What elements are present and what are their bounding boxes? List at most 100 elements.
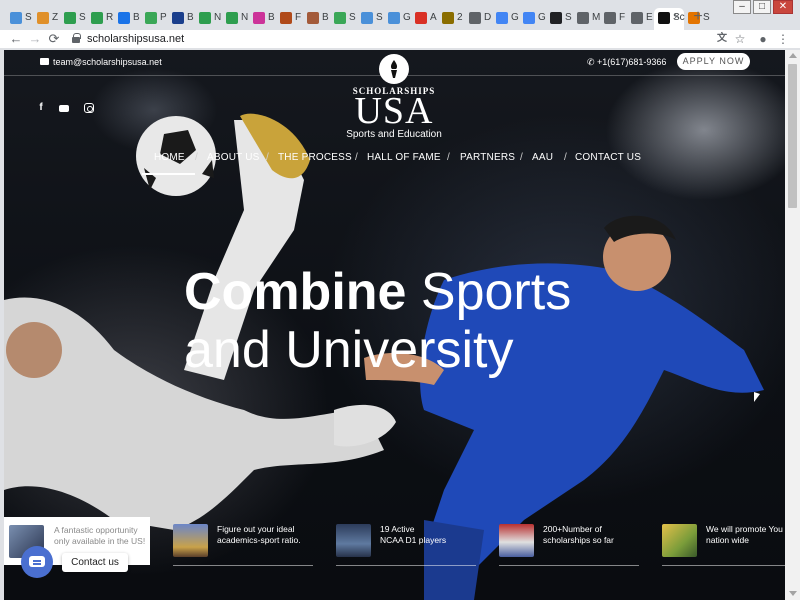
browser-tab[interactable]: Z bbox=[33, 8, 60, 30]
site-logo[interactable]: SCHOLARSHIPS USA Sports and Education bbox=[344, 54, 444, 144]
browser-tab[interactable]: F bbox=[600, 8, 627, 30]
nav-the-process[interactable]: THE PROCESS bbox=[278, 152, 352, 163]
browser-tab[interactable]: A bbox=[411, 8, 438, 30]
phone-icon: ✆ bbox=[587, 57, 598, 67]
tab-favicon-icon bbox=[37, 12, 49, 24]
feature-thumb bbox=[173, 524, 208, 557]
page-viewport: team@scholarshipsusa.net ✆ +1(617)681-93… bbox=[4, 50, 785, 600]
browser-tab[interactable]: G bbox=[384, 8, 411, 30]
forward-button[interactable]: → bbox=[27, 30, 43, 48]
menu-kebab-icon[interactable]: ⋮ bbox=[775, 30, 791, 48]
hero-headline: Combine Sports and University bbox=[184, 263, 571, 379]
left-player-shoe bbox=[334, 404, 396, 447]
instagram-icon[interactable] bbox=[83, 102, 95, 114]
email-text: team@scholarshipsusa.net bbox=[53, 57, 162, 67]
tab-favicon-icon bbox=[253, 12, 265, 24]
browser-tab[interactable]: S bbox=[357, 8, 384, 30]
scroll-down-arrow[interactable] bbox=[789, 591, 797, 596]
browser-tab-active[interactable]: Sc × bbox=[654, 8, 685, 30]
tab-favicon-icon bbox=[172, 12, 184, 24]
tab-favicon-icon bbox=[631, 12, 643, 24]
nav-home[interactable]: HOME bbox=[154, 152, 185, 163]
browser-tab[interactable]: S bbox=[6, 8, 33, 30]
tab-strip: S Z S R B P B N N B F B S S G A 2 D G G S M F E Sc × S + – □ ✕ bbox=[0, 0, 800, 30]
browser-tab[interactable]: F bbox=[276, 8, 303, 30]
logo-tagline: Sports and Education bbox=[346, 129, 442, 140]
phone-text: +1(617)681-9366 bbox=[597, 57, 667, 67]
tab-favicon-icon bbox=[550, 12, 562, 24]
nav-separator: / bbox=[195, 152, 198, 163]
nav-hall-of-fame[interactable]: HALL OF FAME bbox=[367, 152, 441, 163]
contact-us-chat-label[interactable]: Contact us bbox=[62, 553, 128, 572]
feature-item-scholarships[interactable]: 200+Number of scholarships so far bbox=[499, 522, 639, 566]
page-scrollbar[interactable] bbox=[785, 50, 800, 600]
apply-now-button[interactable]: APPLY NOW bbox=[677, 53, 750, 70]
nav-active-underline bbox=[142, 173, 195, 175]
tab-favicon-icon bbox=[415, 12, 427, 24]
feature-divider bbox=[499, 565, 639, 566]
nav-aau[interactable]: AAU bbox=[532, 152, 553, 163]
tab-favicon-icon bbox=[307, 12, 319, 24]
browser-tab[interactable]: S bbox=[60, 8, 87, 30]
close-window-button[interactable]: ✕ bbox=[773, 0, 793, 14]
scroll-thumb[interactable] bbox=[788, 64, 797, 208]
browser-tab[interactable]: R bbox=[87, 8, 114, 30]
browser-tab[interactable]: S bbox=[330, 8, 357, 30]
tab-favicon-icon bbox=[64, 12, 76, 24]
tab-favicon-icon bbox=[91, 12, 103, 24]
feature-divider bbox=[173, 565, 313, 566]
maximize-button[interactable]: □ bbox=[753, 0, 771, 14]
feature-text: A fantastic opportunity only available in… bbox=[54, 525, 146, 546]
nav-about-us[interactable]: ABOUT US bbox=[207, 152, 260, 163]
browser-tab[interactable]: P bbox=[141, 8, 168, 30]
browser-tab[interactable]: S bbox=[546, 8, 573, 30]
chat-bubble-icon[interactable] bbox=[21, 546, 53, 578]
nav-partners[interactable]: PARTNERS bbox=[460, 152, 515, 163]
feature-item-promote[interactable]: We will promote You nation wide bbox=[662, 522, 785, 566]
tab-favicon-icon bbox=[388, 12, 400, 24]
browser-tab[interactable]: N bbox=[195, 8, 222, 30]
tab-favicon-icon bbox=[199, 12, 211, 24]
browser-tab[interactable]: G bbox=[492, 8, 519, 30]
tab-favicon-icon bbox=[361, 12, 373, 24]
feature-text: 19 Active NCAA D1 players bbox=[380, 524, 447, 545]
tab-favicon-icon bbox=[10, 12, 22, 24]
feature-thumb bbox=[499, 524, 534, 557]
browser-tab[interactable]: D bbox=[465, 8, 492, 30]
facebook-icon[interactable]: f bbox=[35, 102, 47, 114]
youtube-icon[interactable] bbox=[58, 102, 70, 114]
mouse-cursor bbox=[754, 392, 760, 402]
tab-favicon-icon bbox=[280, 12, 292, 24]
feature-text: Figure out your ideal academics-sport rat… bbox=[217, 524, 301, 545]
browser-tab[interactable]: 2 bbox=[438, 8, 465, 30]
browser-tab[interactable]: M bbox=[573, 8, 600, 30]
browser-tab[interactable]: N bbox=[222, 8, 249, 30]
feature-thumb bbox=[662, 524, 697, 557]
tab-favicon-icon bbox=[145, 12, 157, 24]
reload-button[interactable]: ⟳ bbox=[46, 30, 62, 48]
tab-favicon-icon bbox=[604, 12, 616, 24]
browser-tab[interactable]: B bbox=[114, 8, 141, 30]
address-bar: ← → ⟳ scholarshipsusa.net 文 ☆ ● ⋮ bbox=[0, 30, 800, 48]
back-button[interactable]: ← bbox=[8, 30, 24, 48]
close-tab-icon[interactable]: × bbox=[674, 11, 680, 23]
translate-icon[interactable]: 文 bbox=[714, 30, 730, 48]
browser-tab[interactable]: B bbox=[168, 8, 195, 30]
scroll-up-arrow[interactable] bbox=[789, 53, 797, 58]
url-field[interactable]: scholarshipsusa.net bbox=[64, 31, 704, 47]
url-text: scholarshipsusa.net bbox=[87, 33, 185, 45]
browser-tab[interactable]: E bbox=[627, 8, 654, 30]
nav-contact-us[interactable]: CONTACT US bbox=[575, 152, 641, 163]
bookmark-star-icon[interactable]: ☆ bbox=[732, 30, 748, 48]
profile-icon[interactable]: ● bbox=[755, 30, 771, 48]
phone-contact[interactable]: ✆ +1(617)681-9366 bbox=[587, 57, 666, 68]
feature-item-ncaa[interactable]: 19 Active NCAA D1 players bbox=[336, 522, 476, 566]
nav-separator: / bbox=[355, 152, 358, 163]
new-tab-button[interactable]: + bbox=[689, 8, 707, 26]
browser-tab[interactable]: B bbox=[249, 8, 276, 30]
browser-tab[interactable]: B bbox=[303, 8, 330, 30]
feature-thumb bbox=[336, 524, 371, 557]
minimize-button[interactable]: – bbox=[733, 0, 751, 14]
browser-tab[interactable]: G bbox=[519, 8, 546, 30]
feature-item-ratio[interactable]: Figure out your ideal academics-sport rat… bbox=[173, 522, 313, 566]
